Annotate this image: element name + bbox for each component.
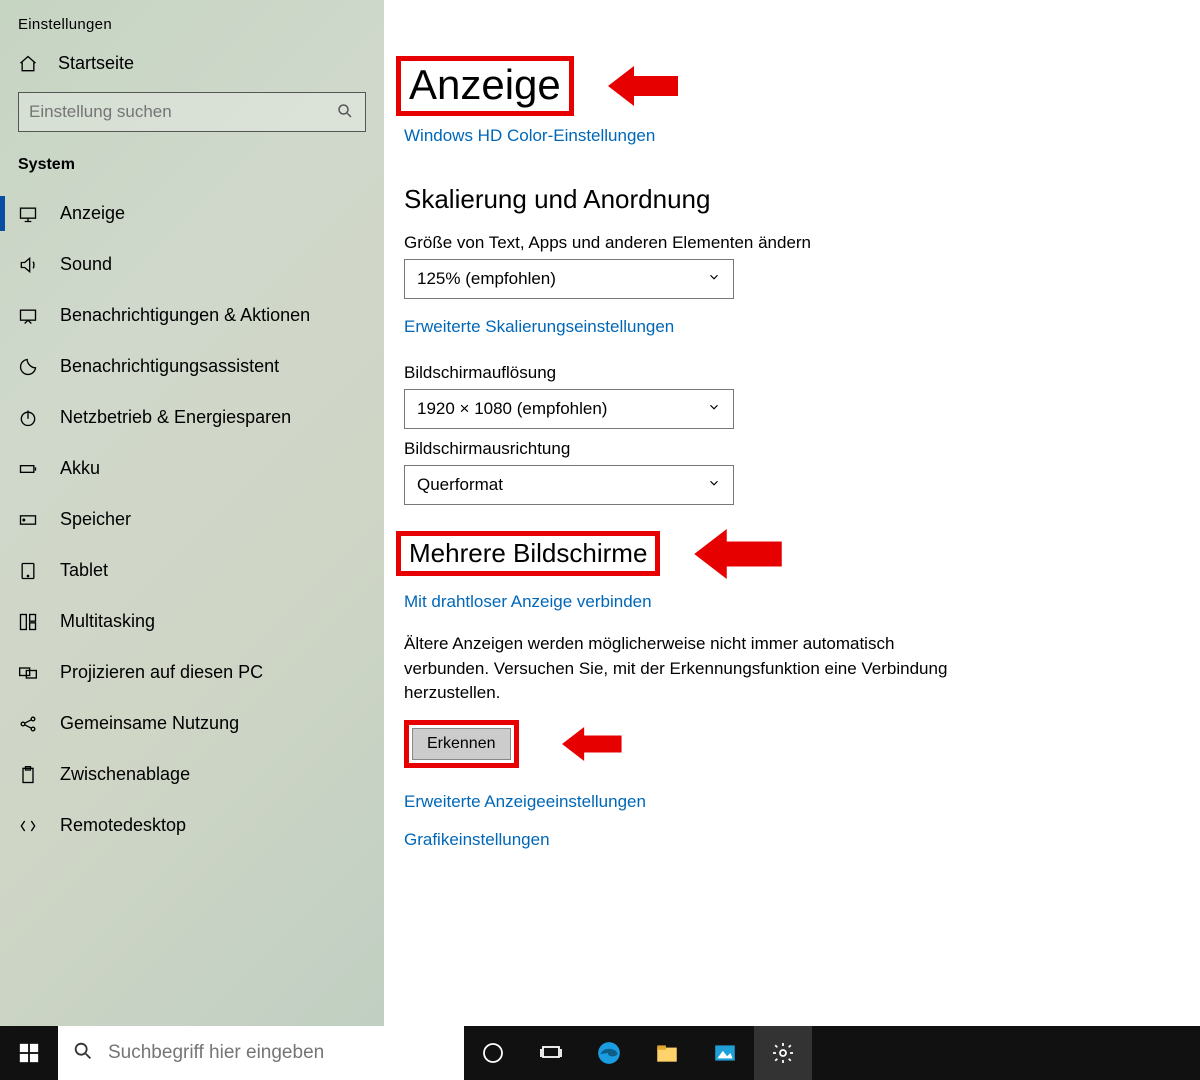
select-orientation-value: Querformat [417,475,503,495]
display-icon [18,204,38,224]
sidebar-item-label: Gemeinsame Nutzung [60,713,239,734]
sidebar-item-benachrichtigungsassistent[interactable]: Benachrichtigungsassistent [0,341,384,392]
search-icon [72,1040,94,1067]
sidebar-item-label: Zwischenablage [60,764,190,785]
taskbar-photos[interactable] [696,1026,754,1080]
annotation-arrow-icon [632,76,678,96]
window-title: Einstellungen [0,0,384,43]
multi-description: Ältere Anzeigen werden möglicherweise ni… [404,632,964,706]
sidebar-nav: Anzeige Sound Benachrichtigungen & Aktio… [0,188,384,851]
section-multi-heading: Mehrere Bildschirme [396,531,660,576]
label-text-size: Größe von Text, Apps und anderen Element… [404,233,1200,253]
clipboard-icon [18,765,38,785]
taskbar-edge[interactable] [580,1026,638,1080]
chevron-down-icon [707,399,721,419]
section-scaling-heading: Skalierung und Anordnung [404,184,1200,215]
sidebar-item-projizieren[interactable]: Projizieren auf diesen PC [0,647,384,698]
select-orientation[interactable]: Querformat [404,465,734,505]
sidebar-home-label: Startseite [58,53,134,74]
taskbar-settings[interactable] [754,1026,812,1080]
sidebar-item-sound[interactable]: Sound [0,239,384,290]
sidebar-search[interactable] [18,92,366,132]
sidebar-item-label: Netzbetrieb & Energiesparen [60,407,291,428]
label-resolution: Bildschirmauflösung [404,363,1200,383]
annotation-arrow-icon [582,735,621,752]
detect-button[interactable]: Erkennen [412,728,511,760]
start-button[interactable] [0,1026,58,1080]
link-wireless-display[interactable]: Mit drahtloser Anzeige verbinden [404,592,652,612]
sidebar-item-remotedesktop[interactable]: Remotedesktop [0,800,384,851]
remote-desktop-icon [18,816,38,836]
link-graphics-settings[interactable]: Grafikeinstellungen [404,830,550,850]
sidebar-item-akku[interactable]: Akku [0,443,384,494]
sidebar-item-label: Sound [60,254,112,275]
sidebar-item-label: Projizieren auf diesen PC [60,662,263,683]
select-text-size[interactable]: 125% (empfohlen) [404,259,734,299]
sidebar: Einstellungen Startseite System Anzeige … [0,0,384,1026]
tablet-icon [18,561,38,581]
sidebar-home[interactable]: Startseite [0,43,384,86]
storage-icon [18,510,38,530]
sidebar-item-label: Benachrichtigungsassistent [60,356,279,377]
sidebar-item-label: Anzeige [60,203,125,224]
home-icon [18,54,38,74]
page-title: Anzeige [396,56,574,116]
link-advanced-display[interactable]: Erweiterte Anzeigeeinstellungen [404,792,646,812]
annotation-box: Erkennen [404,720,519,768]
sidebar-item-tablet[interactable]: Tablet [0,545,384,596]
sidebar-item-netzbetrieb[interactable]: Netzbetrieb & Energiesparen [0,392,384,443]
main-content: Anzeige Windows HD Color-Einstellungen S… [384,0,1200,1026]
select-resolution[interactable]: 1920 × 1080 (empfohlen) [404,389,734,429]
sidebar-item-benachrichtigungen[interactable]: Benachrichtigungen & Aktionen [0,290,384,341]
sidebar-item-label: Remotedesktop [60,815,186,836]
sidebar-search-input[interactable] [18,92,366,132]
sidebar-item-label: Akku [60,458,100,479]
focus-assist-icon [18,357,38,377]
sidebar-item-label: Benachrichtigungen & Aktionen [60,305,310,326]
label-orientation: Bildschirmausrichtung [404,439,1200,459]
sidebar-item-multitasking[interactable]: Multitasking [0,596,384,647]
taskbar-search-input[interactable] [108,1042,450,1064]
taskbar-explorer[interactable] [638,1026,696,1080]
sidebar-item-speicher[interactable]: Speicher [0,494,384,545]
power-icon [18,408,38,428]
link-advanced-scaling[interactable]: Erweiterte Skalierungseinstellungen [404,317,674,337]
sidebar-item-anzeige[interactable]: Anzeige [0,188,384,239]
link-hd-color[interactable]: Windows HD Color-Einstellungen [404,126,655,146]
sidebar-category: System [0,150,384,188]
taskbar-task-view[interactable] [522,1026,580,1080]
project-icon [18,663,38,683]
sound-icon [18,255,38,275]
taskbar-icons [464,1026,812,1080]
share-icon [18,714,38,734]
taskbar [0,1026,1200,1080]
sidebar-item-gemeinsame-nutzung[interactable]: Gemeinsame Nutzung [0,698,384,749]
sidebar-item-label: Speicher [60,509,131,530]
select-text-size-value: 125% (empfohlen) [417,269,556,289]
notifications-icon [18,306,38,326]
annotation-arrow-icon [725,541,783,566]
sidebar-item-label: Tablet [60,560,108,581]
multitasking-icon [18,612,38,632]
taskbar-cortana[interactable] [464,1026,522,1080]
sidebar-item-label: Multitasking [60,611,155,632]
chevron-down-icon [707,475,721,495]
select-resolution-value: 1920 × 1080 (empfohlen) [417,399,607,419]
chevron-down-icon [707,269,721,289]
battery-icon [18,459,38,479]
search-icon [336,102,354,125]
taskbar-search[interactable] [58,1026,464,1080]
sidebar-item-zwischenablage[interactable]: Zwischenablage [0,749,384,800]
